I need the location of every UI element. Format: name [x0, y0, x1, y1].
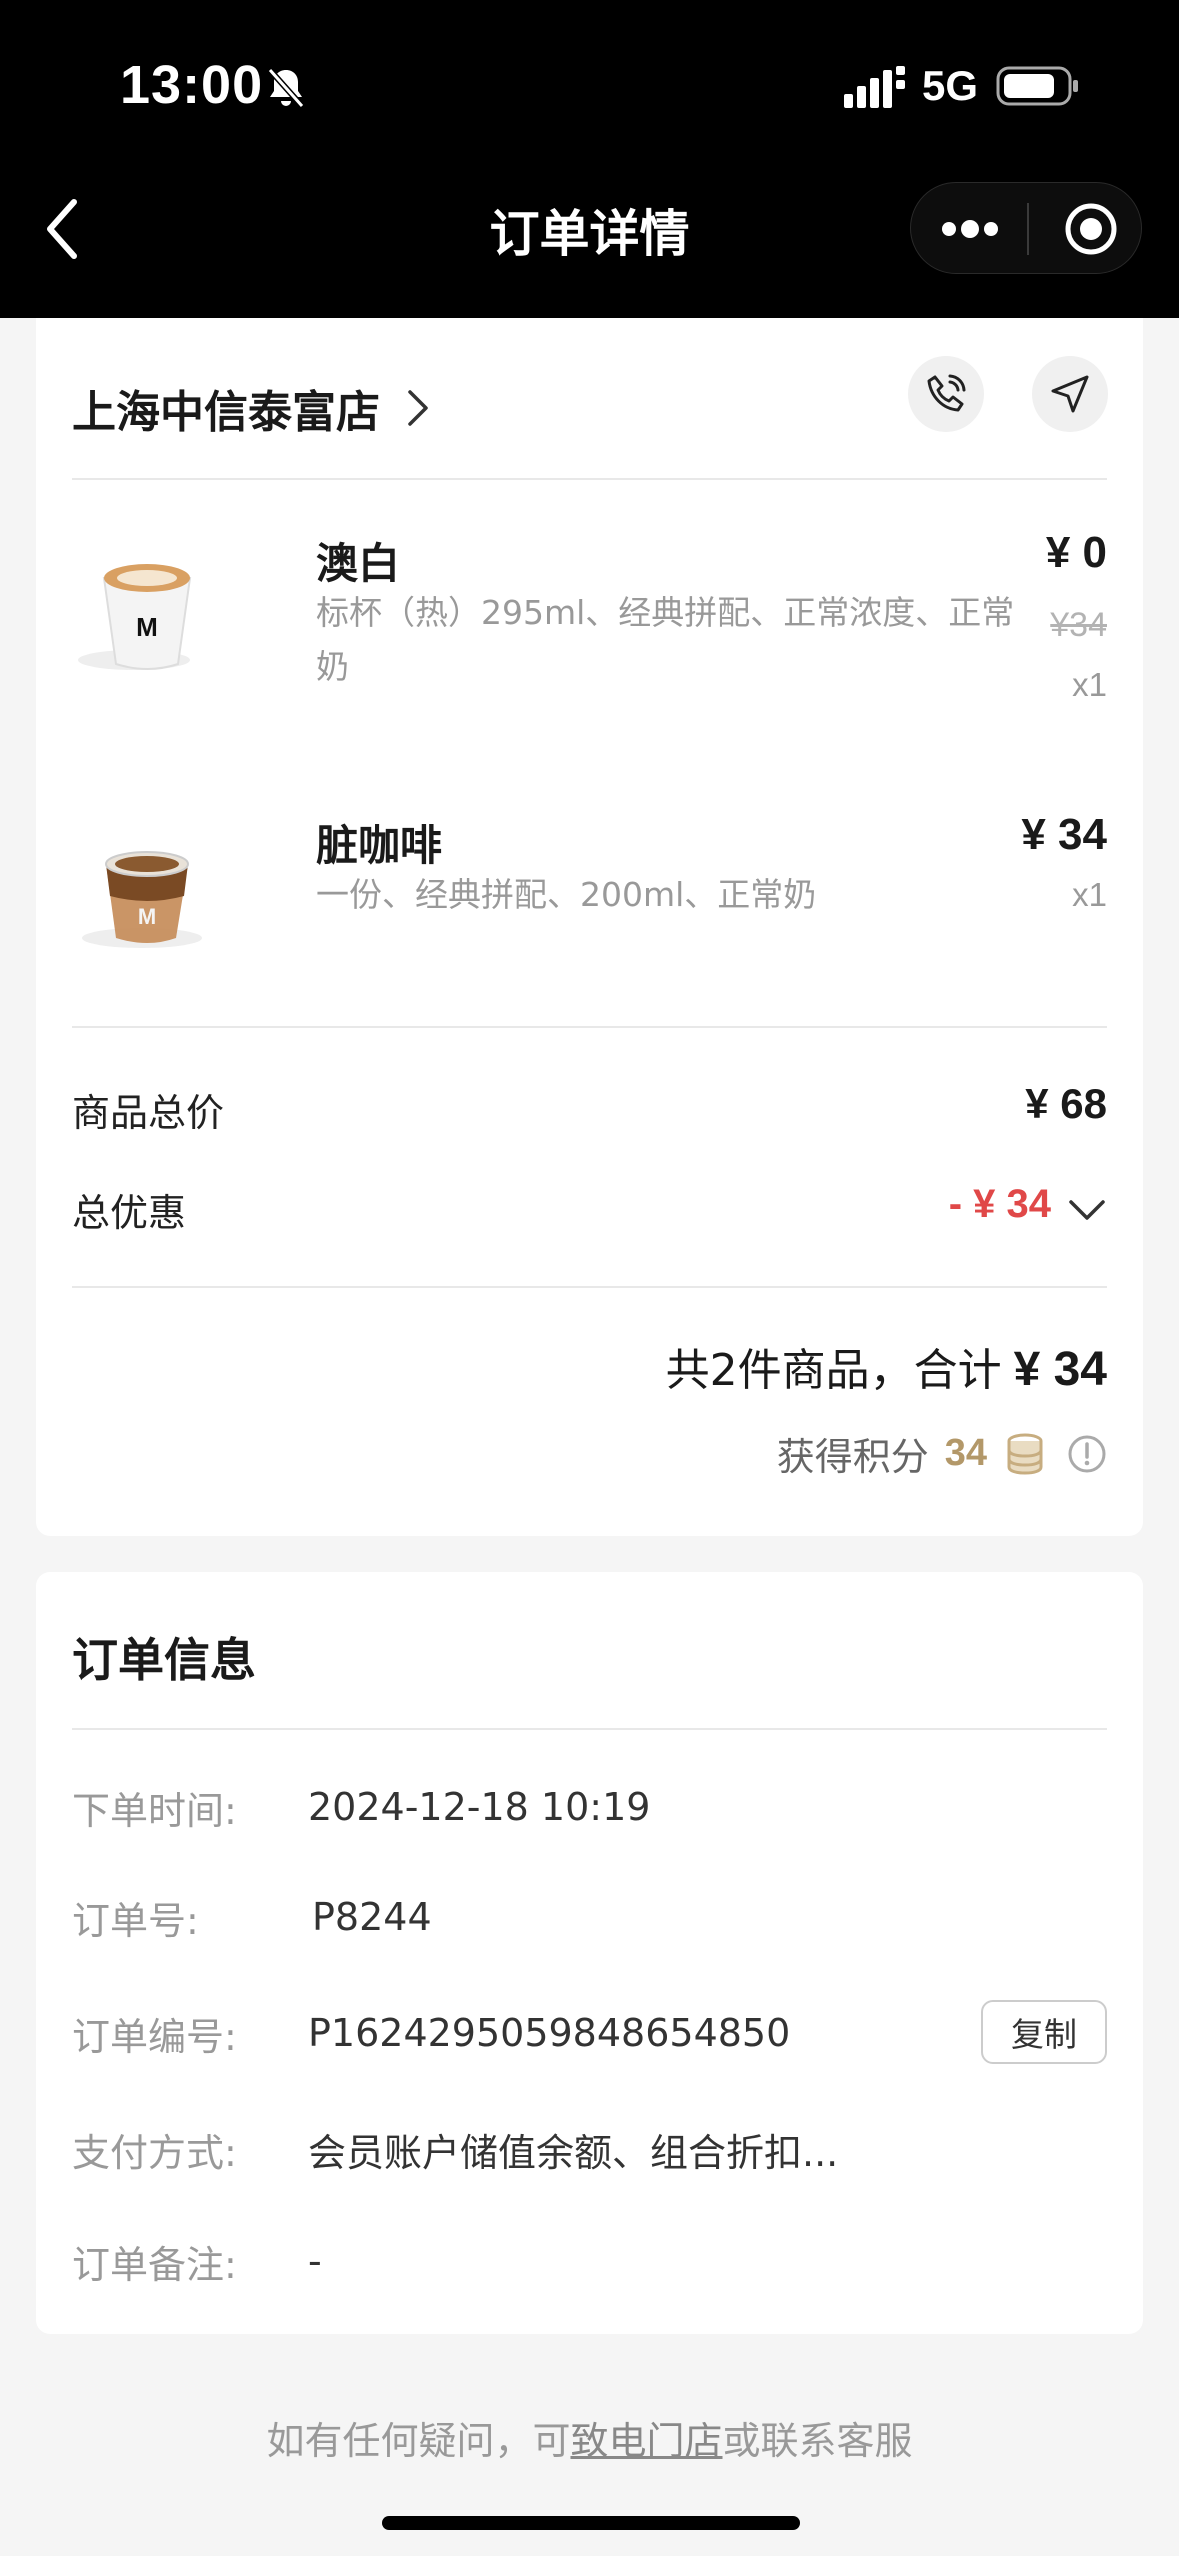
order-item: M 脏咖啡 一份、经典拼配、200ml、正常奶 ¥ 34 x1 — [72, 806, 1107, 956]
item-price: ¥ 34 — [1021, 810, 1107, 859]
info-row-payment: 支付方式: 会员账户储值余额、组合折扣... — [72, 2114, 1107, 2184]
info-row-order-no: 订单号: P8244 — [72, 1882, 1107, 1952]
info-value: - — [308, 2239, 322, 2283]
info-label: 订单号: — [72, 1898, 199, 1943]
order-item: M 澳白 标杯（热）295ml、经典拼配、正常浓度、正常奶 ¥ 0 ¥34 x1 — [72, 520, 1107, 720]
goods-total-label: 商品总价 — [72, 1091, 225, 1135]
info-label: 订单编号: — [72, 2014, 237, 2059]
home-indicator — [382, 2516, 800, 2530]
flat-white-cup-image: M — [78, 564, 192, 670]
store-link[interactable]: 上海中信泰富店 — [72, 368, 430, 448]
svg-text:M: M — [138, 904, 156, 929]
order-summary-card: 上海中信泰富店 M 澳白 标杯（热）295ml、经典拼配、正常浓度、正常奶 ¥ … — [36, 318, 1143, 1536]
info-row-order-time: 下单时间: 2024-12-18 10:19 — [72, 1772, 1107, 1842]
copy-button[interactable]: 复制 — [981, 2000, 1107, 2064]
call-store-link[interactable]: 致电门店 — [570, 2419, 722, 2463]
mini-program-capsule — [910, 182, 1142, 274]
footer-prefix: 如有任何疑问，可 — [266, 2419, 571, 2463]
goods-total-value: ¥ 68 — [1025, 1080, 1107, 1127]
bell-muted-icon — [267, 68, 305, 108]
info-row-remark: 订单备注: - — [72, 2226, 1107, 2296]
info-label: 订单备注: — [72, 2242, 237, 2287]
discount-value[interactable]: - ¥ 34 — [949, 1182, 1051, 1227]
info-value: P1624295059848654850 — [308, 2011, 791, 2055]
divider — [72, 1286, 1107, 1288]
info-icon[interactable] — [1067, 1434, 1107, 1474]
network-label: 5G — [922, 62, 979, 109]
info-label: 支付方式: — [72, 2130, 237, 2175]
store-name: 上海中信泰富店 — [72, 387, 380, 438]
divider — [72, 1026, 1107, 1028]
order-info-card: 订单信息 下单时间: 2024-12-18 10:19 订单号: P8244 订… — [36, 1572, 1143, 2334]
points-label: 获得积分 — [776, 1435, 929, 1479]
total-amount: ¥ 34 — [1013, 1343, 1107, 1396]
divider — [72, 478, 1107, 480]
more-icon[interactable] — [939, 213, 1001, 245]
info-row-order-number: 订单编号: P1624295059848654850 复制 — [72, 1998, 1107, 2068]
dirty-coffee-cup-image: M — [82, 851, 202, 948]
points-earned: 获得积分 34 — [777, 1426, 1107, 1481]
item-name: 脏咖啡 — [316, 821, 443, 870]
info-value: 会员账户储值余额、组合折扣... — [308, 2130, 839, 2175]
order-info-title: 订单信息 — [72, 1633, 256, 1687]
item-options: 一份、经典拼配、200ml、正常奶 — [316, 875, 817, 914]
call-store-button[interactable] — [908, 356, 984, 432]
info-value: P8244 — [312, 1895, 432, 1939]
help-footer: 如有任何疑问，可致电门店或联系客服 — [0, 2410, 1179, 2465]
close-target-icon[interactable] — [1063, 201, 1119, 257]
chevron-down-icon[interactable] — [1067, 1198, 1107, 1224]
item-options: 标杯（热）295ml、经典拼配、正常浓度、正常奶 — [316, 593, 1015, 686]
capsule-divider — [1027, 203, 1029, 255]
chevron-right-icon — [408, 390, 428, 426]
order-total: 共2件商品，合计 ¥ 34 — [666, 1334, 1107, 1398]
points-value: 34 — [944, 1432, 987, 1474]
info-label: 下单时间: — [72, 1788, 237, 1833]
total-prefix: 共2件商品，合计 — [665, 1345, 1002, 1396]
navigate-button[interactable] — [1032, 356, 1108, 432]
item-name: 澳白 — [316, 539, 401, 588]
battery-icon — [996, 66, 1078, 106]
status-time: 13:00 — [120, 55, 264, 115]
coin-stack-icon — [1007, 1433, 1043, 1475]
footer-suffix[interactable]: 或联系客服 — [723, 2419, 913, 2463]
item-quantity: x1 — [1072, 666, 1107, 703]
navigation-arrow-icon — [1051, 375, 1089, 413]
signal-icon — [844, 66, 905, 108]
item-original-price: ¥34 — [1050, 606, 1107, 644]
svg-text:M: M — [136, 612, 158, 642]
info-value: 2024-12-18 10:19 — [308, 1785, 651, 1829]
divider — [72, 1728, 1107, 1730]
item-price: ¥ 0 — [1045, 528, 1107, 577]
item-quantity: x1 — [1072, 876, 1107, 913]
discount-label: 总优惠 — [72, 1191, 187, 1235]
phone-icon — [927, 374, 966, 412]
top-bar: 13:00 5G 订单详情 — [0, 0, 1179, 318]
